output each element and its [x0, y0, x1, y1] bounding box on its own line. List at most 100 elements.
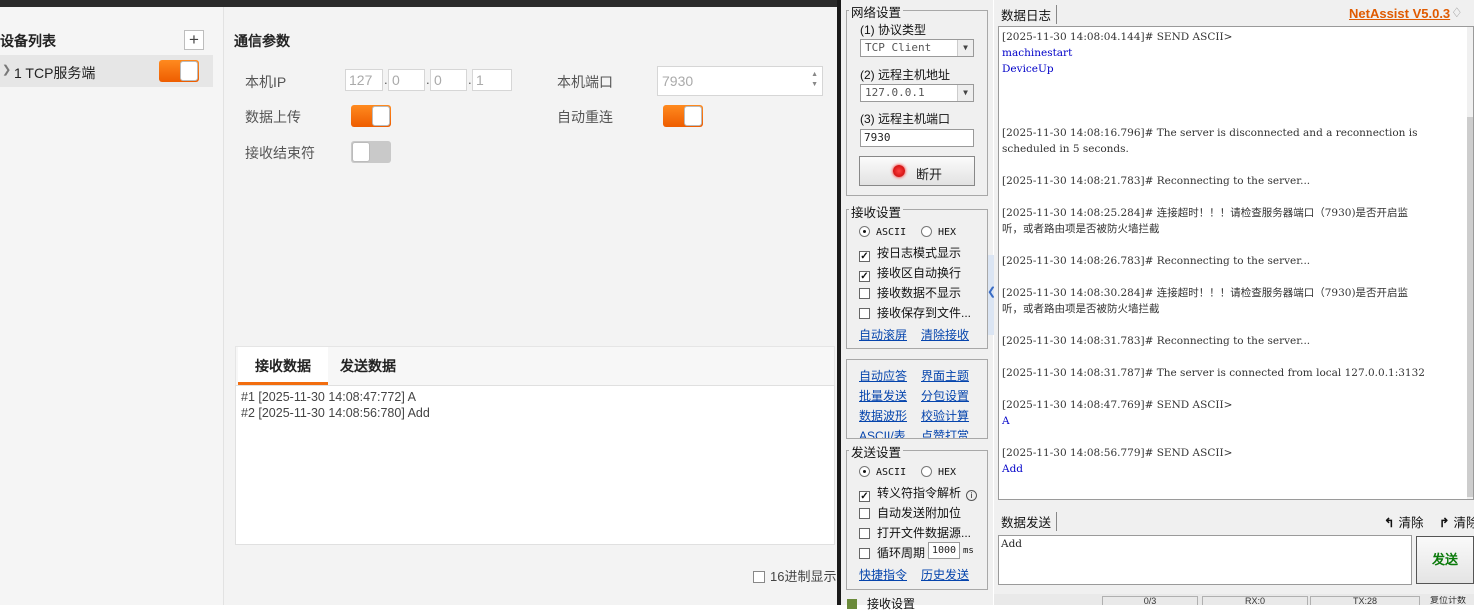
open-file-source-checkbox[interactable]: 打开文件数据源...: [859, 524, 971, 541]
received-line: #2 [2025-11-30 14:08:56:780] Add: [241, 406, 430, 420]
reset-count-button[interactable]: 复位计数: [1422, 596, 1474, 605]
log-sent-payload: A: [1002, 415, 1010, 427]
tab-send-data[interactable]: 发送数据: [328, 347, 408, 385]
donate-link[interactable]: 点赞打赏: [921, 427, 969, 438]
log-entry: [2025-11-30 14:08:30.284]# 连接超时！！！请检查服务器…: [1002, 287, 1409, 299]
cycle-period-checkbox[interactable]: 循环周期: [859, 544, 925, 561]
recv-group-title: 接收设置: [849, 202, 904, 221]
protocol-select[interactable]: TCP Client ▼: [860, 39, 974, 57]
protocol-label: (1) 协议类型: [860, 23, 927, 37]
recv-terminator-label: 接收结束符: [245, 145, 315, 161]
shortcut-commands-link[interactable]: 快捷指令: [859, 566, 907, 583]
recv-hide-data-checkbox[interactable]: 接收数据不显示: [859, 284, 961, 301]
received-data-list[interactable]: #1 [2025-11-30 14:08:47:772] A #2 [2025-…: [235, 385, 835, 545]
log-scrollbar[interactable]: [1467, 27, 1473, 499]
auto-append-checkbox[interactable]: 自动发送附加位: [859, 504, 961, 521]
remote-host-select[interactable]: 127.0.0.1 ▼: [860, 84, 974, 102]
top-bar: [0, 0, 837, 7]
device-item-tcp-server[interactable]: ❯ 1 TCP服务端: [0, 55, 213, 87]
chevron-down-icon[interactable]: ▼: [957, 85, 973, 101]
clear-send-button[interactable]: ↰ 清除: [1384, 512, 1424, 531]
recv-hex-radio[interactable]: HEX: [921, 224, 956, 238]
send-ascii-radio[interactable]: ASCII: [859, 464, 906, 478]
log-entry: [2025-11-30 14:08:04.144]# SEND ASCII>: [1002, 31, 1233, 43]
ip-octet-1[interactable]: 127: [345, 69, 383, 91]
scroll-thumb[interactable]: [1467, 117, 1473, 497]
auto-reply-link[interactable]: 自动应答: [859, 367, 907, 384]
hex-display-checkbox[interactable]: 16进制显示: [753, 566, 836, 585]
local-ip-label: 本机IP: [245, 74, 287, 90]
tab-receive-data[interactable]: 接收数据: [238, 347, 328, 385]
brand-link[interactable]: NetAssist V5.0.3: [1349, 6, 1450, 21]
clear-receive-link[interactable]: 清除接收: [921, 326, 969, 343]
send-button[interactable]: 发送: [1416, 536, 1474, 584]
checksum-link[interactable]: 校验计算: [921, 407, 969, 424]
device-list-title: 设备列表: [0, 33, 56, 49]
device-enable-toggle[interactable]: [159, 60, 199, 82]
auto-reconnect-toggle[interactable]: [663, 105, 703, 127]
cycle-period-input[interactable]: 1000: [928, 542, 960, 559]
escape-parse-checkbox[interactable]: ✓ 转义符指令解析 i: [859, 484, 978, 502]
recv-ascii-radio[interactable]: ASCII: [859, 224, 906, 238]
packet-settings-link[interactable]: 分包设置: [921, 387, 969, 404]
ip-octet-3[interactable]: 0: [430, 69, 467, 91]
data-upload-toggle[interactable]: [351, 105, 391, 127]
theme-link[interactable]: 界面主题: [921, 367, 969, 384]
device-item-label: 1 TCP服务端: [14, 65, 96, 81]
clear-history-button[interactable]: ↱ 清除: [1439, 512, 1474, 531]
checkbox-box[interactable]: [753, 571, 765, 583]
device-app: 设备列表 + ❯ 1 TCP服务端 通信参数 本机IP 127 . 0 . 0 …: [0, 0, 837, 605]
batch-send-link[interactable]: 批量发送: [859, 387, 907, 404]
log-title: 数据日志: [1001, 5, 1058, 24]
ascii-table-link[interactable]: ASCII/表: [859, 427, 906, 438]
disconnect-button[interactable]: 断开: [859, 156, 975, 186]
remote-port-label: (3) 远程主机端口: [860, 112, 951, 126]
send-header: 数据发送 ↰ 清除 ↱ 清除: [994, 508, 1474, 532]
recv-terminator-toggle[interactable]: [351, 141, 391, 163]
device-list-panel: 设备列表 + ❯ 1 TCP服务端: [0, 7, 224, 605]
diamond-icon[interactable]: ♢: [1451, 5, 1463, 21]
settings-icon: [847, 599, 857, 609]
send-hex-radio[interactable]: HEX: [921, 464, 956, 478]
remote-port-input[interactable]: 7930: [860, 129, 974, 147]
auto-reconnect-label: 自动重连: [557, 109, 613, 125]
waveform-link[interactable]: 数据波形: [859, 407, 907, 424]
remote-host-value: 127.0.0.1: [865, 86, 925, 99]
history-send-link[interactable]: 历史发送: [921, 566, 969, 583]
log-entry: [2025-11-30 14:08:25.284]# 连接超时！！！请检查服务器…: [1002, 207, 1409, 219]
status-rx: RX:0: [1202, 596, 1308, 606]
chevron-down-icon[interactable]: ▼: [957, 40, 973, 56]
log-entry: [2025-11-30 14:08:31.787]# The server is…: [1002, 367, 1425, 379]
log-entry: [2025-11-30 14:08:47.769]# SEND ASCII>: [1002, 399, 1233, 411]
cycle-unit: ms: [963, 546, 974, 556]
log-entry: [2025-11-30 14:08:26.783]# Reconnecting …: [1002, 255, 1311, 267]
recv-log-mode-checkbox[interactable]: ✓ 按日志模式显示: [859, 244, 961, 262]
ip-octet-4[interactable]: 1: [472, 69, 512, 91]
recv-save-file-checkbox[interactable]: 接收保存到文件...: [859, 304, 971, 321]
received-line: #1 [2025-11-30 14:08:47:772] A: [241, 390, 416, 404]
disconnect-label: 断开: [916, 167, 943, 182]
local-port-input[interactable]: 7930 ▲ ▼: [657, 66, 823, 96]
ip-octet-2[interactable]: 0: [388, 69, 425, 91]
data-log-area[interactable]: [2025-11-30 14:08:04.144]# SEND ASCII> ma…: [998, 26, 1474, 500]
netassist-settings-panel: 网络设置 (1) 协议类型 TCP Client ▼ (2) 远程主机地址 127…: [841, 0, 993, 611]
remote-host-label: (2) 远程主机地址: [860, 68, 951, 82]
log-sent-payload: DeviceUp: [1002, 63, 1054, 75]
log-entry: 听，或者路由项是否被防火墙拦截: [1002, 303, 1160, 315]
log-entry: [2025-11-30 14:08:56.779]# SEND ASCII>: [1002, 447, 1233, 459]
log-entry: [2025-11-30 14:08:31.783]# Reconnecting …: [1002, 335, 1311, 347]
spin-arrows-icon[interactable]: ▲ ▼: [811, 70, 818, 90]
data-upload-label: 数据上传: [245, 109, 301, 125]
netassist-log-panel: 数据日志 NetAssist V5.0.3 ♢ [2025-11-30 14:0…: [994, 0, 1474, 606]
bottom-group-cut: 接收设置: [847, 595, 915, 612]
chevron-right-icon[interactable]: ❯: [2, 63, 11, 76]
local-port-label: 本机端口: [557, 74, 613, 90]
add-device-button[interactable]: +: [184, 30, 204, 50]
recv-auto-wrap-checkbox[interactable]: ✓ 接收区自动换行: [859, 264, 961, 282]
clear-arrow-icon: ↰: [1384, 516, 1395, 530]
protocol-value: TCP Client: [865, 41, 932, 54]
send-text-input[interactable]: Add: [998, 535, 1412, 585]
auto-scroll-link[interactable]: 自动滚屏: [859, 326, 907, 343]
info-icon[interactable]: i: [966, 490, 978, 501]
log-entry: 听，或者路由项是否被防火墙拦截: [1002, 223, 1160, 235]
